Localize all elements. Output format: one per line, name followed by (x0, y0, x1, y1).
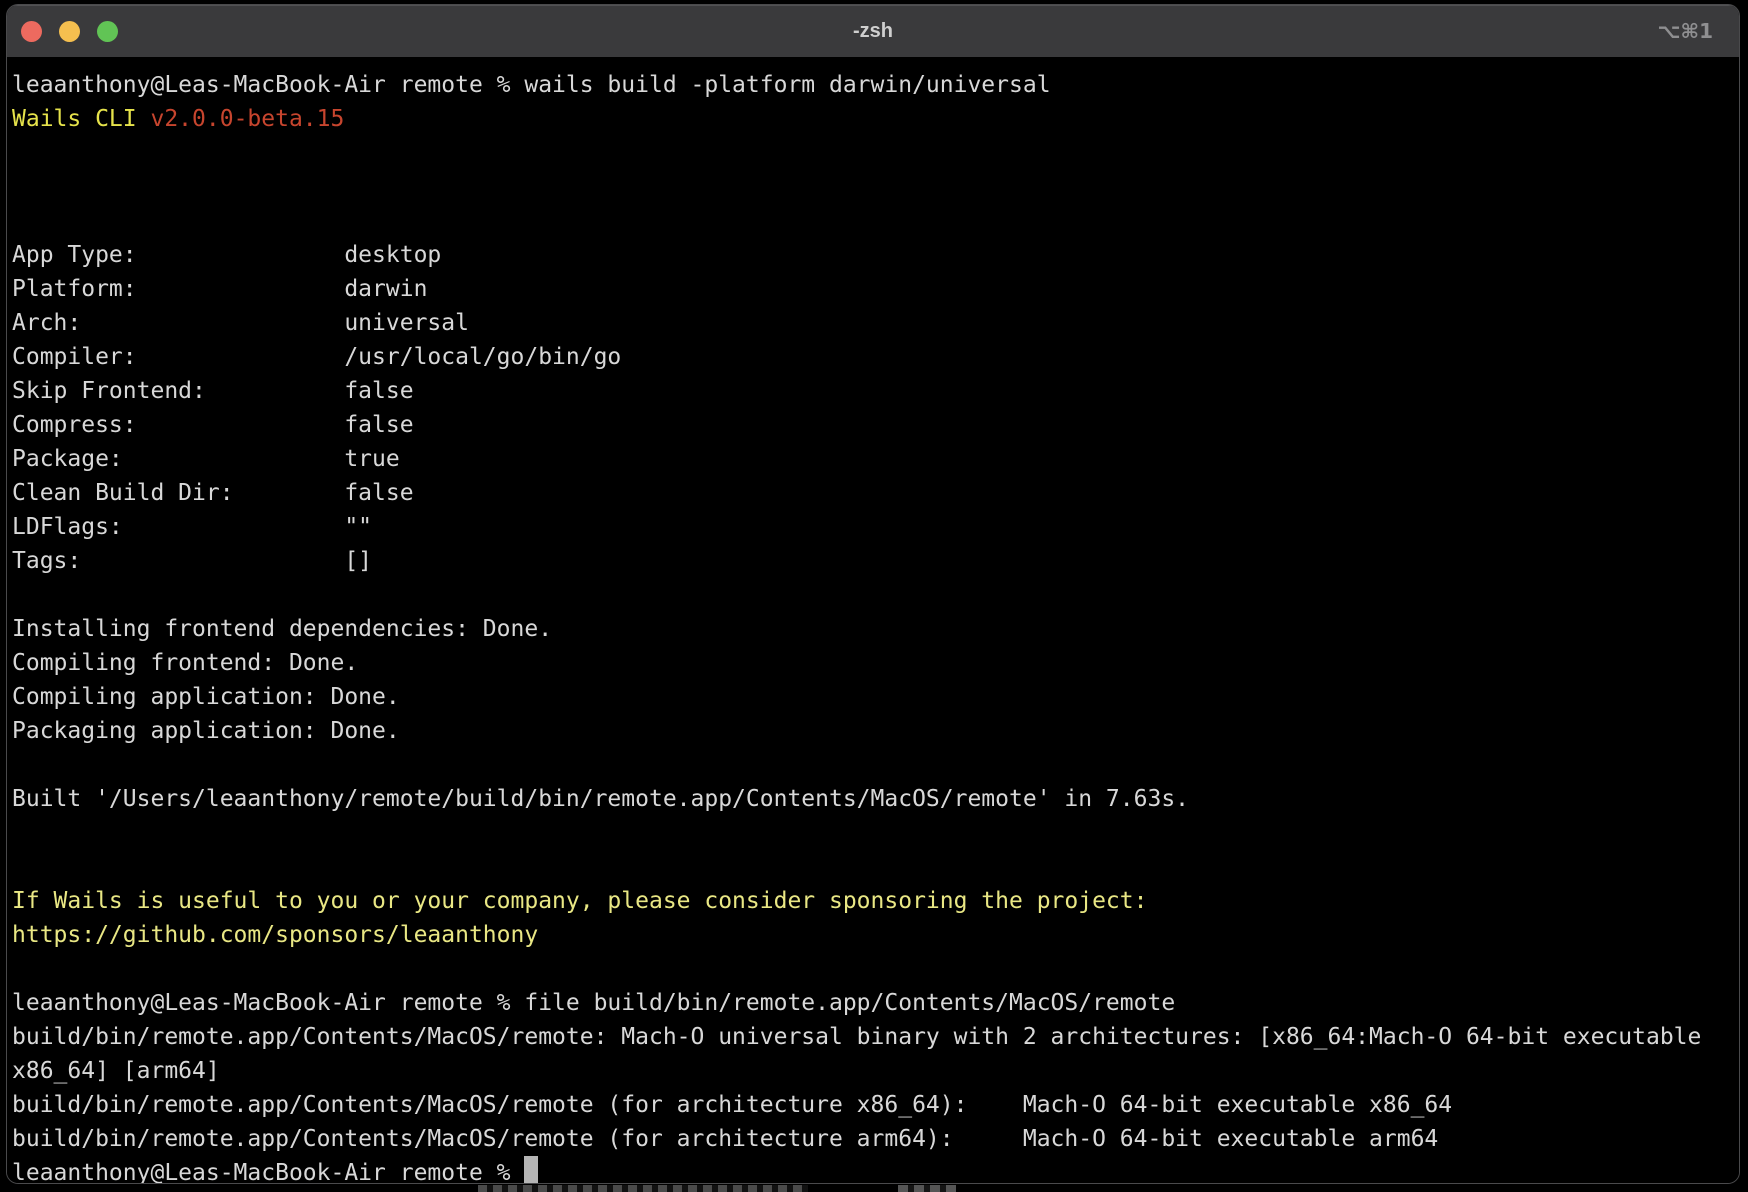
background-window-sliver (898, 1185, 956, 1192)
window-titlebar[interactable]: -zsh ⌥⌘1 (7, 5, 1739, 57)
step-packaging-application: Packaging application: Done. (12, 714, 1735, 748)
build-option-app-type: App Type: desktop (12, 238, 1735, 272)
blank-line (12, 204, 1735, 238)
blank-line (12, 578, 1735, 612)
build-option-arch: Arch: universal (12, 306, 1735, 340)
wails-cli-version-line: Wails CLI v2.0.0-beta.15 (12, 102, 1735, 136)
build-option-compiler: Compiler: /usr/local/go/bin/go (12, 340, 1735, 374)
active-prompt-line: leaanthony@Leas-MacBook-Air remote % (12, 1156, 1735, 1183)
background-window-sliver (478, 1185, 808, 1192)
terminal-content[interactable]: leaanthony@Leas-MacBook-Air remote % wai… (7, 57, 1739, 1183)
build-option-skip-frontend: Skip Frontend: false (12, 374, 1735, 408)
file-output-x86-line: build/bin/remote.app/Contents/MacOS/remo… (12, 1088, 1735, 1122)
blank-line (12, 136, 1735, 170)
blank-line (12, 170, 1735, 204)
build-option-compress: Compress: false (12, 408, 1735, 442)
window-title: -zsh (7, 5, 1739, 57)
prompt-file-command-line: leaanthony@Leas-MacBook-Air remote % fil… (12, 986, 1735, 1020)
file-output-arm64-line: build/bin/remote.app/Contents/MacOS/remo… (12, 1122, 1735, 1156)
sponsor-url-line: https://github.com/sponsors/leaanthony (12, 918, 1735, 952)
file-output-wrap-line: x86_64] [arm64] (12, 1054, 1735, 1088)
wails-version: v2.0.0-beta.15 (150, 106, 344, 132)
build-option-clean-build-dir: Clean Build Dir: false (12, 476, 1735, 510)
build-result-line: Built '/Users/leaanthony/remote/build/bi… (12, 782, 1735, 816)
sponsor-message-line: If Wails is useful to you or your compan… (12, 884, 1735, 918)
build-option-platform: Platform: darwin (12, 272, 1735, 306)
blank-line (12, 952, 1735, 986)
prompt-command-line: leaanthony@Leas-MacBook-Air remote % wai… (12, 68, 1735, 102)
wails-cli-label: Wails CLI (12, 106, 150, 132)
terminal-cursor (524, 1156, 538, 1183)
blank-line (12, 850, 1735, 884)
keyboard-shortcut-badge: ⌥⌘1 (1657, 5, 1713, 57)
terminal-window: -zsh ⌥⌘1 leaanthony@Leas-MacBook-Air rem… (6, 4, 1740, 1184)
blank-line (12, 816, 1735, 850)
build-option-ldflags: LDFlags: "" (12, 510, 1735, 544)
step-compiling-application: Compiling application: Done. (12, 680, 1735, 714)
blank-line (12, 748, 1735, 782)
step-compiling-frontend: Compiling frontend: Done. (12, 646, 1735, 680)
prompt-text: leaanthony@Leas-MacBook-Air remote % (12, 1160, 524, 1183)
file-output-universal-line: build/bin/remote.app/Contents/MacOS/remo… (12, 1020, 1735, 1054)
step-installing-dependencies: Installing frontend dependencies: Done. (12, 612, 1735, 646)
build-option-package: Package: true (12, 442, 1735, 476)
build-option-tags: Tags: [] (12, 544, 1735, 578)
